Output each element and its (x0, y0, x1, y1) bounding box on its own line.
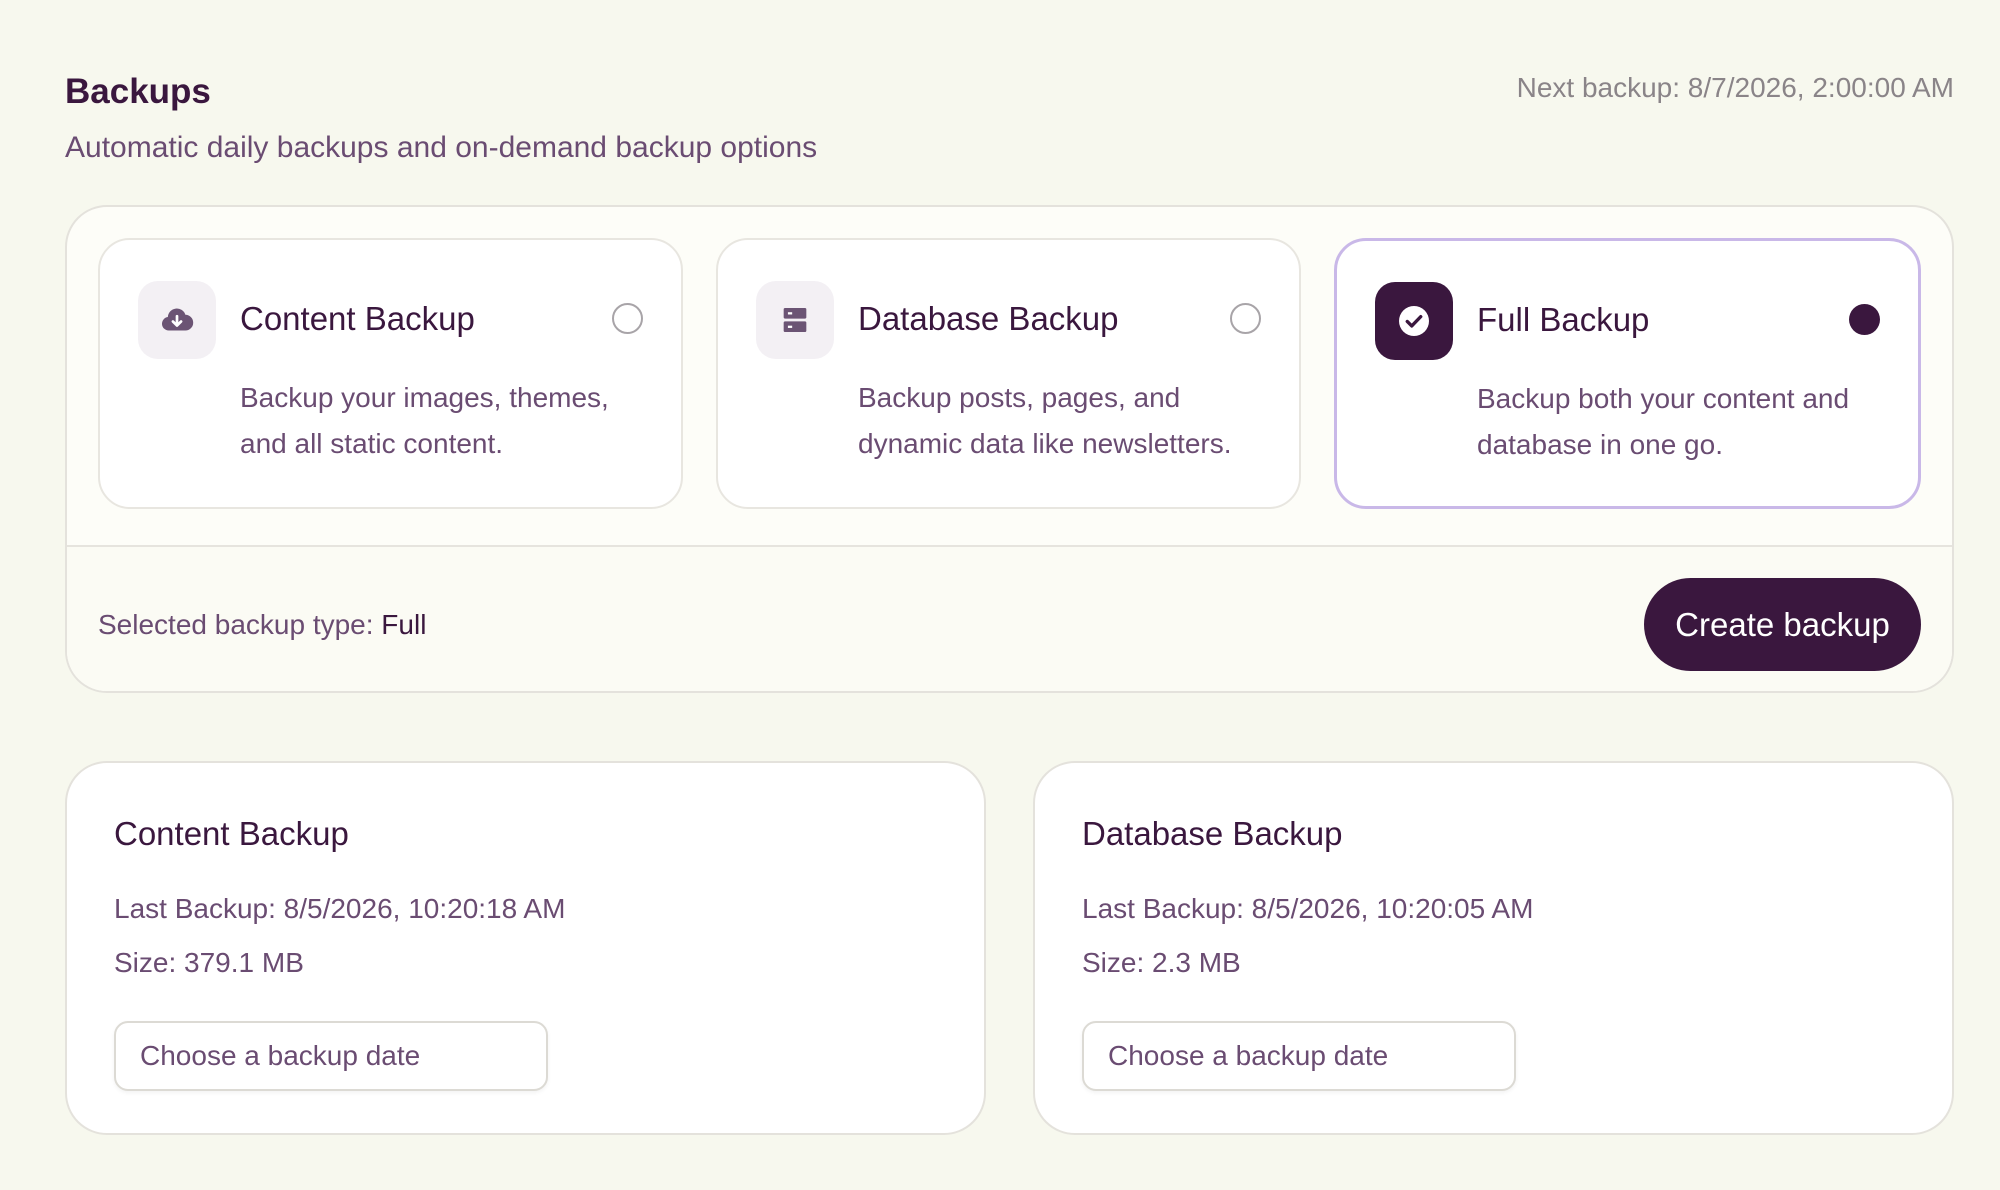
option-database-backup[interactable]: Database Backup Backup posts, pages, and… (716, 238, 1301, 509)
backup-size: Size: 379.1 MB (114, 947, 304, 978)
backups-page: Backups Automatic daily backups and on-d… (65, 72, 1954, 1135)
database-backup-card: Database Backup Last Backup: 8/5/2026, 1… (1033, 761, 1954, 1135)
radio-database-backup[interactable] (1230, 303, 1261, 334)
backup-options: Content Backup Backup your images, theme… (98, 238, 1921, 509)
backup-date-picker[interactable]: Choose a backup date (1082, 1021, 1516, 1091)
check-circle-icon (1375, 282, 1453, 360)
database-icon (756, 281, 834, 359)
radio-full-backup[interactable] (1849, 304, 1880, 335)
option-description: Backup both your content and database in… (1477, 383, 1850, 460)
page-subtitle: Automatic daily backups and on-demand ba… (65, 131, 818, 164)
card-title: Database Backup (1082, 815, 1343, 852)
page-title: Backups (65, 72, 211, 111)
header: Backups Automatic daily backups and on-d… (65, 72, 1954, 177)
selected-backup-type: Selected backup type: Full (98, 609, 426, 641)
last-backup: Last Backup: 8/5/2026, 10:20:18 AM (114, 893, 566, 924)
options-footer: Selected backup type: Full Create backup (67, 545, 1952, 691)
option-title: Content Backup (240, 300, 475, 337)
backup-options-card: Content Backup Backup your images, theme… (65, 205, 1954, 693)
option-description: Backup posts, pages, and dynamic data li… (858, 382, 1232, 459)
backup-size: Size: 2.3 MB (1082, 947, 1241, 978)
cloud-download-icon (138, 281, 216, 359)
radio-content-backup[interactable] (612, 303, 643, 334)
card-title: Content Backup (114, 815, 349, 852)
content-backup-card: Content Backup Last Backup: 8/5/2026, 10… (65, 761, 986, 1135)
selected-value: Full (381, 609, 427, 640)
selected-label: Selected backup type: (98, 609, 374, 640)
last-backup: Last Backup: 8/5/2026, 10:20:05 AM (1082, 893, 1534, 924)
next-backup-time: Next backup: 8/7/2026, 2:00:00 AM (1516, 72, 1954, 103)
option-title: Database Backup (858, 300, 1119, 337)
backup-history: Content Backup Last Backup: 8/5/2026, 10… (65, 761, 1954, 1135)
option-full-backup[interactable]: Full Backup Backup both your content and… (1334, 238, 1921, 509)
backup-date-picker[interactable]: Choose a backup date (114, 1021, 548, 1091)
option-description: Backup your images, themes, and all stat… (240, 382, 609, 459)
option-title: Full Backup (1477, 301, 1650, 338)
create-backup-button[interactable]: Create backup (1644, 578, 1921, 671)
option-content-backup[interactable]: Content Backup Backup your images, theme… (98, 238, 683, 509)
